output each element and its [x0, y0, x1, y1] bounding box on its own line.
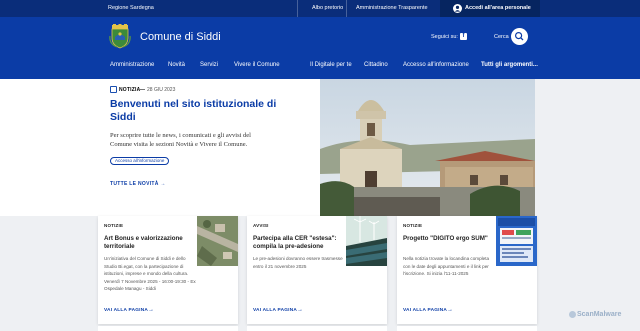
divider [297, 0, 298, 17]
watermark-icon [569, 311, 576, 318]
nav-item-amministrazione[interactable]: Amministrazione [110, 62, 154, 68]
next-card-stub [397, 326, 537, 331]
hero-description: Per scoprire tutte le news, i comunicati… [110, 132, 251, 148]
card-link[interactable]: VAI ALLA PAGINA [104, 308, 148, 313]
card-thumbnail-solar [346, 216, 387, 266]
card-thumbnail-aerial [197, 216, 238, 266]
all-news-link[interactable]: TUTTE LE NOVITÀ → [110, 181, 166, 187]
card-link[interactable]: VAI ALLA PAGINA [253, 308, 297, 313]
calendar-icon [110, 86, 117, 93]
nav-item-novita[interactable]: Novità [168, 62, 185, 68]
search-button[interactable] [511, 28, 528, 45]
hero-title[interactable]: Benvenuti nel sito istituzionale di Sidd… [110, 98, 278, 124]
nav-item-tutti-gli-argomenti[interactable]: Tutti gli argomenti... [481, 62, 538, 68]
card-category: NOTIZIE [104, 223, 124, 228]
login-button[interactable]: Accedi all'area personale [440, 0, 540, 17]
hero-date: 28 GIU 2023 [147, 87, 176, 93]
divider [139, 89, 145, 90]
region-link[interactable]: Regione Sardegna [108, 5, 154, 11]
news-card[interactable]: NOTIZIE Progetto "DIGITO ergo SUM" Nella… [397, 216, 537, 324]
search-icon [514, 31, 524, 41]
watermark: ScanMalware [577, 311, 622, 318]
nav-item-digitale-per-te[interactable]: Il Digitale per te [310, 62, 352, 68]
arrow-right-icon: → [297, 307, 303, 313]
divider [346, 0, 347, 17]
arrow-right-icon: → [148, 307, 154, 313]
card-thumbnail-poster [496, 216, 537, 266]
site-title[interactable]: Comune di Siddi [140, 31, 221, 43]
card-title[interactable]: Progetto "DIGITO ergo SUM" [403, 235, 495, 243]
facebook-icon[interactable]: f [460, 33, 467, 40]
card-title[interactable]: Partecipa alla CER "estesa": compila la … [253, 235, 345, 251]
card-text: Le pre-adesioni dovranno essere trasmess… [253, 256, 343, 269]
card-title[interactable]: Art Bonus e valorizzazione territoriale [104, 235, 196, 251]
card-category: AVVISI [253, 223, 269, 228]
top-bar: Regione Sardegna Albo pretorio Amministr… [0, 0, 640, 17]
card-text: Nella notizia trovate la locandina compl… [403, 256, 490, 277]
arrow-right-icon: → [160, 181, 166, 187]
user-icon [453, 4, 462, 13]
search-label: Cerca [494, 34, 509, 40]
login-label: Accedi all'area personale [465, 5, 531, 11]
social-label: Seguici su: [431, 34, 458, 40]
amministrazione-trasparente-link[interactable]: Amministrazione Trasparente [356, 5, 428, 11]
all-news-label: TUTTE LE NOVITÀ [110, 181, 159, 187]
hero-church-photo [320, 79, 535, 216]
hero-category: NOTIZIA [119, 87, 141, 93]
card-category: NOTIZIE [403, 223, 423, 228]
albo-pretorio-link[interactable]: Albo pretorio [312, 5, 343, 11]
nav-item-vivere-il-comune[interactable]: Vivere il Comune [234, 62, 280, 68]
municipal-crest-logo[interactable] [109, 24, 131, 49]
arrow-right-icon: → [447, 307, 453, 313]
nav-item-servizi[interactable]: Servizi [200, 62, 218, 68]
card-link[interactable]: VAI ALLA PAGINA [403, 308, 447, 313]
next-card-stub [247, 326, 387, 331]
nav-item-accesso-informazione[interactable]: Accesso all'informazione [403, 62, 469, 68]
news-card[interactable]: NOTIZIE Art Bonus e valorizzazione terri… [98, 216, 238, 324]
site-header: Comune di Siddi Seguici su: f Cerca Ammi… [0, 17, 640, 79]
next-card-stub [98, 326, 238, 331]
news-card[interactable]: AVVISI Partecipa alla CER "estesa": comp… [247, 216, 387, 324]
card-text: Un'iniziativa del Comune di Siddi e dell… [104, 256, 196, 292]
topic-chip[interactable]: Accesso all'informazione [110, 157, 170, 165]
nav-item-cittadino[interactable]: Cittadino [364, 62, 388, 68]
